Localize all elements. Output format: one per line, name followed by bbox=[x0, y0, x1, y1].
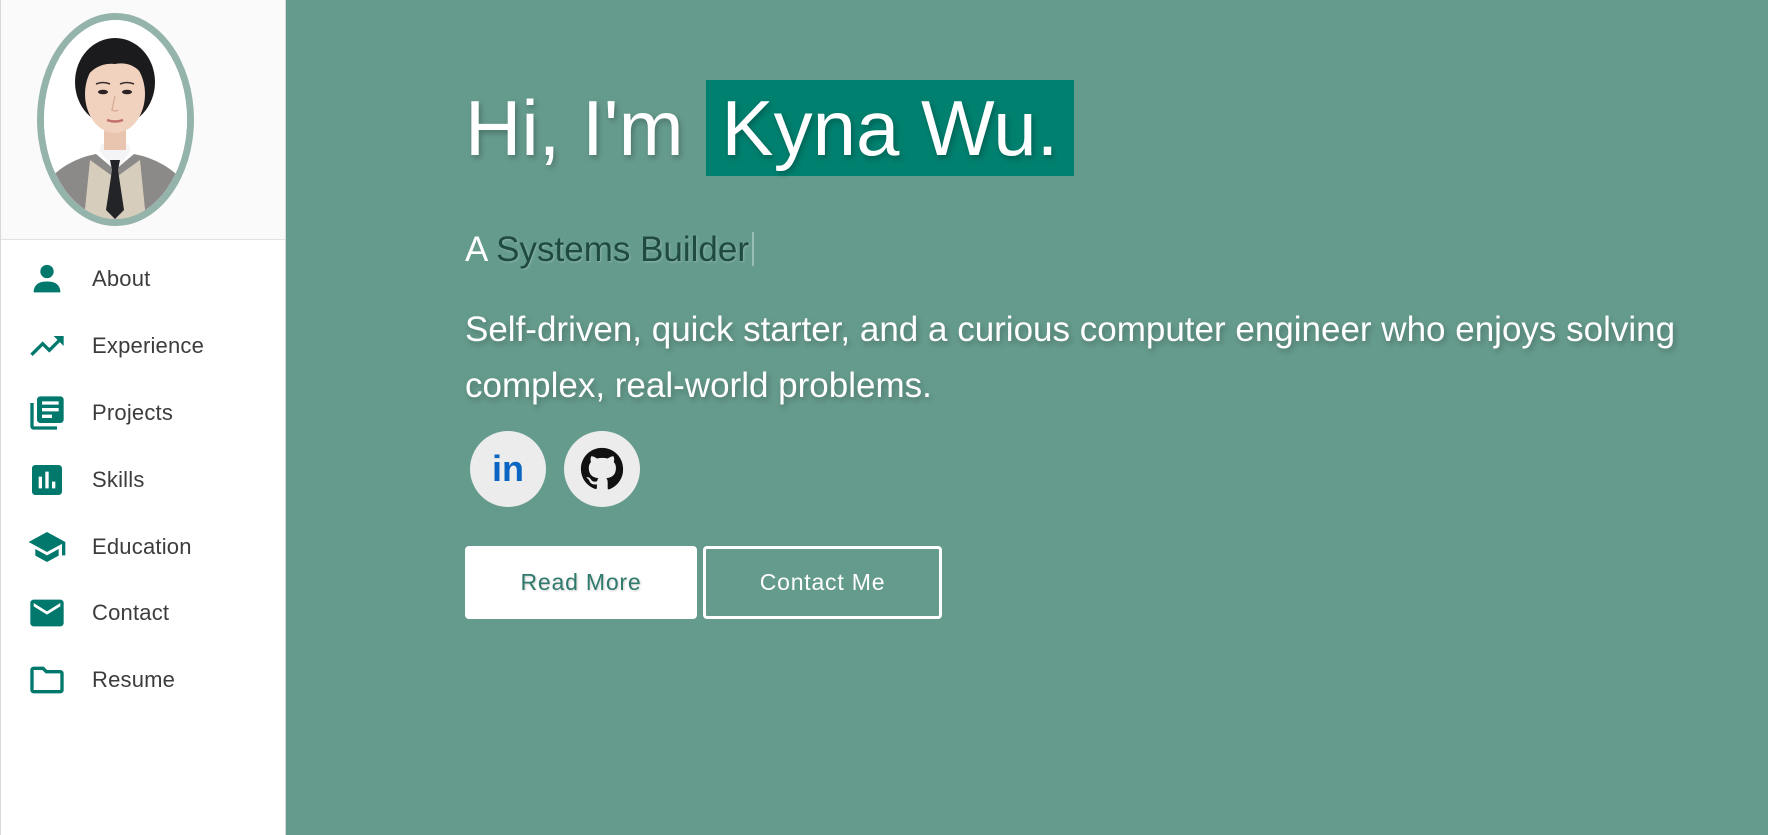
hero-actions: Read More Contact Me bbox=[465, 546, 942, 619]
graduation-cap-icon bbox=[27, 527, 67, 567]
contact-me-button[interactable]: Contact Me bbox=[703, 546, 942, 619]
sidebar-item-label: Contact bbox=[92, 600, 170, 626]
hero-title: Hi, I'm Kyna Wu. bbox=[465, 80, 1075, 176]
github-icon bbox=[580, 447, 624, 490]
linkedin-text: in bbox=[492, 448, 524, 489]
trending-up-icon bbox=[27, 326, 67, 366]
hero-name: Kyna Wu. bbox=[705, 80, 1075, 176]
mail-icon bbox=[27, 593, 67, 633]
sidebar-item-contact[interactable]: Contact bbox=[1, 580, 285, 647]
sidebar-item-label: Resume bbox=[92, 667, 176, 693]
sidebar-item-label: Education bbox=[92, 533, 192, 559]
sidebar-item-experience[interactable]: Experience bbox=[1, 313, 285, 380]
sidebar-item-label: Skills bbox=[92, 466, 145, 492]
sidebar-item-skills[interactable]: Skills bbox=[1, 446, 285, 513]
linkedin-icon: in bbox=[492, 448, 524, 489]
sidebar-item-label: About bbox=[92, 266, 151, 292]
github-link[interactable] bbox=[564, 431, 640, 507]
sidebar-item-about[interactable]: About bbox=[1, 246, 285, 313]
avatar-area bbox=[1, 0, 285, 240]
sidebar-item-projects[interactable]: Projects bbox=[1, 380, 285, 447]
avatar bbox=[37, 13, 194, 226]
sidebar: About Experience Projects Skills Educati… bbox=[0, 0, 286, 835]
social-links: in bbox=[470, 431, 640, 507]
read-more-button[interactable]: Read More bbox=[465, 546, 697, 619]
sidebar-item-resume[interactable]: Resume bbox=[1, 647, 285, 714]
sidebar-item-education[interactable]: Education bbox=[1, 513, 285, 580]
bar-chart-icon bbox=[27, 460, 67, 500]
folder-icon bbox=[27, 660, 67, 700]
sidebar-item-label: Experience bbox=[92, 333, 205, 359]
hero-subtitle: A Systems Builder bbox=[465, 230, 755, 270]
avatar-photo bbox=[44, 20, 187, 219]
subtitle-prefix: A bbox=[465, 230, 487, 269]
sidebar-item-label: Projects bbox=[92, 399, 174, 425]
person-icon bbox=[27, 259, 67, 299]
subtitle-role: Systems Builder bbox=[496, 230, 750, 269]
library-books-icon bbox=[27, 393, 67, 433]
hero-description: Self-driven, quick starter, and a curiou… bbox=[465, 310, 1676, 405]
sidebar-nav: About Experience Projects Skills Educati… bbox=[1, 240, 285, 714]
hero-section: Hi, I'm Kyna Wu. A Systems Builder Self-… bbox=[287, 0, 1768, 835]
hero-greeting: Hi, I'm bbox=[465, 83, 684, 172]
typing-cursor bbox=[752, 232, 755, 266]
linkedin-link[interactable]: in bbox=[470, 431, 546, 507]
